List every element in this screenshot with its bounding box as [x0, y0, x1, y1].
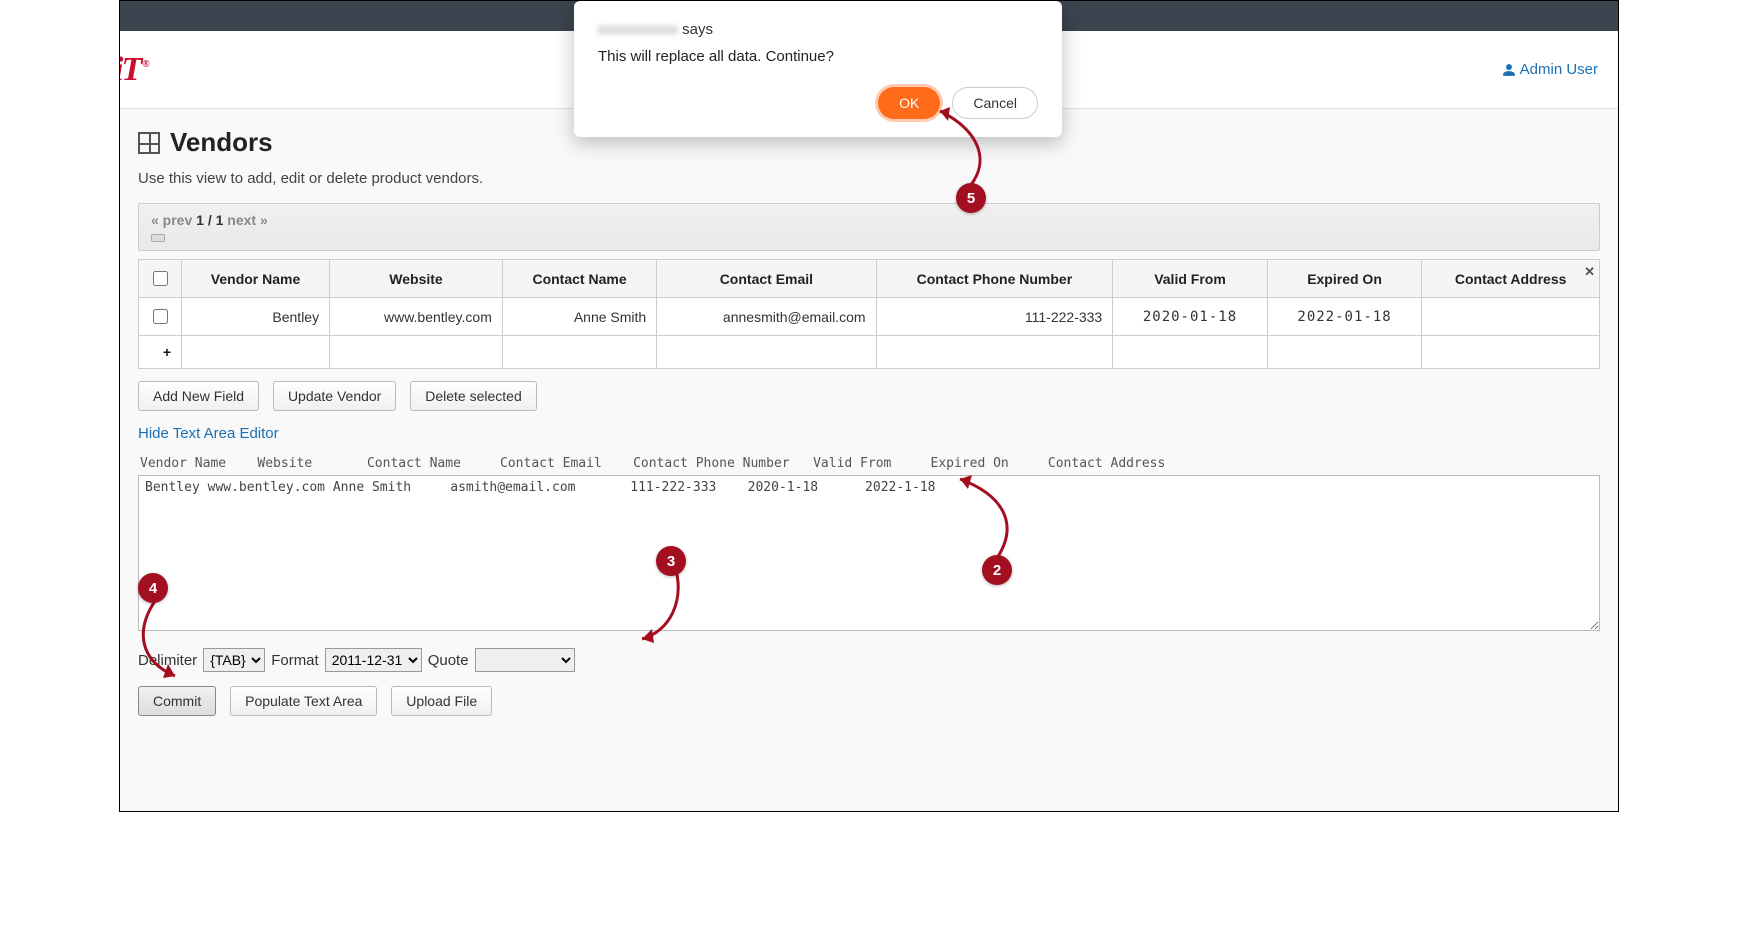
editor-column-labels: Vendor Name Website Contact Name Contact… [138, 452, 1600, 475]
page-subtitle: Use this view to add, edit or delete pro… [138, 170, 1600, 187]
row-checkbox[interactable] [153, 309, 168, 324]
pager-count: 1 / 1 [196, 212, 223, 228]
cell-vendor-name[interactable]: Bentley [182, 298, 330, 336]
callout-4: 4 [138, 573, 168, 603]
confirm-dialog: xxxxxxxxxx says This will replace all da… [574, 1, 1062, 137]
col-contact-phone: Contact Phone Number [876, 260, 1113, 298]
user-icon [1502, 63, 1516, 77]
col-expired-on: Expired On [1267, 260, 1422, 298]
current-user-link[interactable]: Admin User [1502, 61, 1598, 78]
col-contact-email: Contact Email [657, 260, 876, 298]
delimiter-select[interactable]: {TAB} [203, 648, 265, 672]
dialog-origin: xxxxxxxxxx says [598, 21, 1038, 38]
commit-button[interactable]: Commit [138, 686, 216, 716]
format-select[interactable]: 2011-12-31 [325, 648, 422, 672]
format-label: Format [271, 652, 319, 669]
cell-contact-email[interactable]: annesmith@email.com [657, 298, 876, 336]
col-contact-name: Contact Name [502, 260, 656, 298]
upload-file-button[interactable]: Upload File [391, 686, 492, 716]
vendor-table: Vendor Name Website Contact Name Contact… [138, 259, 1600, 369]
pager-next[interactable]: next » [227, 212, 267, 228]
grid-icon [138, 132, 160, 154]
col-vendor-name: Vendor Name [182, 260, 330, 298]
pager-slider[interactable] [151, 234, 1587, 244]
pager-prev[interactable]: « prev [151, 212, 192, 228]
cell-valid-from[interactable]: 2020-01-18 [1113, 298, 1268, 336]
add-row-button[interactable]: + [139, 336, 182, 369]
col-website: Website [330, 260, 503, 298]
table-row: Bentley www.bentley.com Anne Smith annes… [139, 298, 1600, 336]
cell-contact-name[interactable]: Anne Smith [502, 298, 656, 336]
table-add-row: + [139, 336, 1600, 369]
add-new-field-button[interactable]: Add New Field [138, 381, 259, 411]
cell-expired-on[interactable]: 2022-01-18 [1267, 298, 1422, 336]
page-title: Vendors [170, 127, 273, 158]
dialog-cancel-button[interactable]: Cancel [952, 87, 1038, 119]
quote-label: Quote [428, 652, 469, 669]
col-valid-from: Valid From [1113, 260, 1268, 298]
callout-3: 3 [656, 546, 686, 576]
dialog-ok-button[interactable]: OK [878, 87, 940, 119]
select-all-checkbox[interactable] [153, 271, 168, 286]
pagination-box: « prev 1 / 1 next » [138, 203, 1600, 251]
cell-contact-phone[interactable]: 111-222-333 [876, 298, 1113, 336]
callout-5: 5 [956, 183, 986, 213]
col-contact-address: Contact Address✕ [1422, 260, 1600, 298]
hide-editor-link[interactable]: Hide Text Area Editor [138, 425, 279, 442]
update-vendor-button[interactable]: Update Vendor [273, 381, 396, 411]
remove-column-icon[interactable]: ✕ [1584, 264, 1595, 280]
populate-text-area-button[interactable]: Populate Text Area [230, 686, 377, 716]
logo: iT® [119, 51, 148, 89]
dialog-message: This will replace all data. Continue? [598, 48, 1038, 65]
delete-selected-button[interactable]: Delete selected [410, 381, 537, 411]
callout-2: 2 [982, 555, 1012, 585]
cell-website[interactable]: www.bentley.com [330, 298, 503, 336]
bulk-edit-textarea[interactable] [138, 475, 1600, 631]
quote-select[interactable] [475, 648, 575, 672]
delimiter-label: Delimiter [138, 652, 197, 669]
admin-user-label: Admin User [1520, 61, 1598, 78]
cell-contact-address[interactable] [1422, 298, 1600, 336]
